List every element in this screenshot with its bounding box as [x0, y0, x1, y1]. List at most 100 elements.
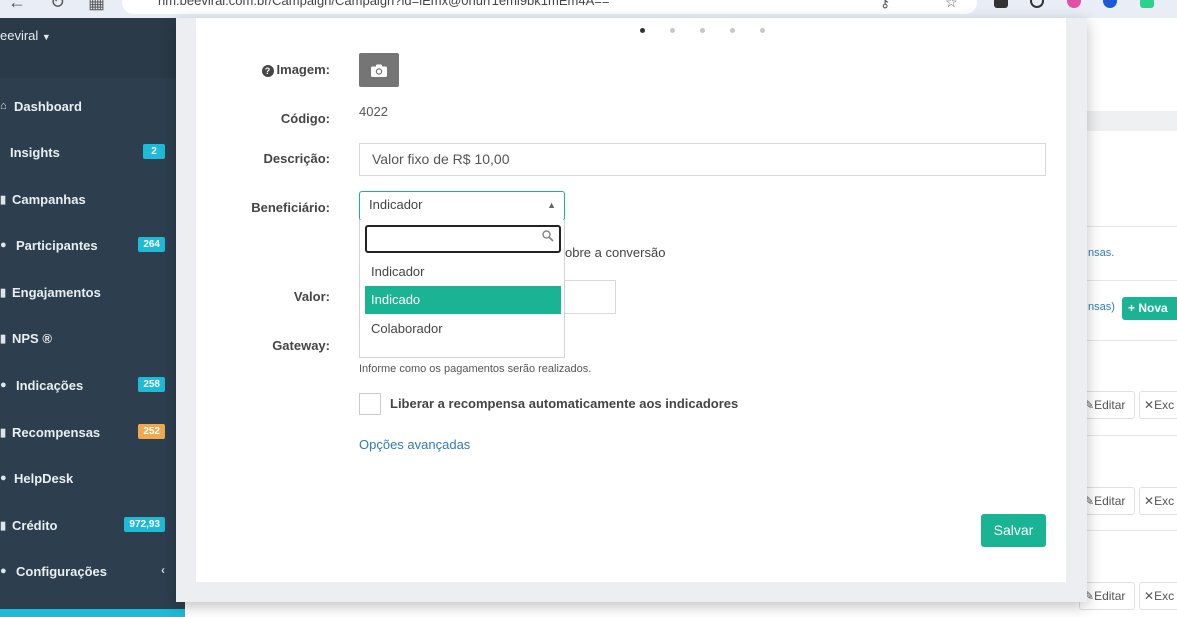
sidebar-item-recompensas[interactable]: ▮ Recompensas 252: [0, 412, 185, 452]
active-indicator: [0, 609, 185, 617]
delete-label: Exc: [1154, 398, 1175, 412]
sidebar-item-label: Insights: [10, 144, 60, 160]
sidebar-item-label: Indicações: [16, 377, 84, 393]
beneficiario-select[interactable]: Indicador ▲: [359, 191, 565, 221]
save-button[interactable]: Salvar: [981, 514, 1046, 547]
imagem-label: ? Imagem:: [261, 62, 330, 77]
sidebar-item-label: Dashboard: [14, 98, 82, 114]
count-badge: 972,93: [124, 517, 165, 532]
extension-icon[interactable]: [1103, 0, 1117, 8]
sidebar: eeviral ▼ ⌂ Dashboard Insights 2 ▮ Campanha…: [0, 18, 185, 617]
edit-button[interactable]: ✎Editar: [1079, 582, 1135, 610]
sidebar-item-participantes[interactable]: ● Participantes 264: [0, 225, 185, 265]
carousel-dot[interactable]: [700, 28, 705, 33]
headset-icon: ●: [0, 472, 7, 484]
count-badge: 2: [143, 144, 165, 159]
carousel-dot[interactable]: [760, 28, 765, 33]
sidebar-item-indicacoes[interactable]: ● Indicações 258: [0, 365, 185, 405]
nova-button-label: Nova: [1138, 301, 1168, 315]
gift-icon: ▮: [0, 426, 7, 439]
edit-button[interactable]: ✎Editar: [1079, 391, 1135, 419]
plus-icon: +: [1128, 301, 1136, 315]
sidebar-item-helpdesk[interactable]: ● HelpDesk: [0, 458, 185, 498]
brand-name: eeviral: [0, 28, 39, 43]
sidebar-item-insights[interactable]: Insights 2: [0, 132, 185, 172]
beneficiario-label: Beneficiário:: [251, 200, 330, 215]
users-icon: ●: [0, 239, 7, 251]
gateway-help-text: Informe como os pagamentos serão realiza…: [359, 363, 592, 375]
count-badge: 264: [138, 237, 165, 252]
bookmark-star-icon[interactable]: ☆: [945, 0, 958, 11]
sidebar-item-label: Crédito: [12, 517, 58, 533]
caret-up-icon: ▲: [547, 200, 556, 210]
edit-label: Editar: [1094, 398, 1126, 412]
camera-icon: [371, 64, 387, 77]
sidebar-item-nps[interactable]: ▮ NPS ®: [0, 318, 185, 358]
chevron-left-icon: ‹: [161, 563, 165, 577]
reload-icon[interactable]: ↻: [50, 0, 65, 13]
close-icon: ✕: [1144, 494, 1155, 508]
brand-menu[interactable]: eeviral ▼: [0, 18, 185, 78]
question-circle-icon[interactable]: ?: [261, 65, 274, 77]
extension-icon[interactable]: [994, 0, 1008, 8]
carousel-dot[interactable]: [640, 28, 645, 33]
valor-label: Valor:: [293, 289, 330, 304]
sidebar-item-dashboard[interactable]: ⌂ Dashboard: [0, 86, 185, 126]
background-link[interactable]: nsas.: [1088, 247, 1114, 259]
sidebar-item-label: HelpDesk: [14, 470, 74, 486]
edit-label: Editar: [1094, 589, 1126, 603]
conversao-text: obre a conversão: [565, 245, 666, 260]
valor-input[interactable]: [565, 280, 616, 314]
delete-label: Exc: [1154, 589, 1175, 603]
sidebar-item-campanhas[interactable]: ▮ Campanhas: [0, 179, 185, 219]
close-icon: ✕: [1144, 589, 1155, 603]
delete-button[interactable]: ✕Exc: [1139, 582, 1177, 610]
sidebar-item-label: Configurações: [16, 563, 108, 579]
sidebar-item-engajamentos[interactable]: ▮ Engajamentos: [0, 272, 185, 312]
apps-icon[interactable]: ▦: [88, 0, 105, 13]
beneficiario-selected-value: Indicador: [369, 197, 423, 212]
sidebar-item-label: Engajamentos: [12, 284, 101, 300]
sidebar-item-label: Campanhas: [12, 191, 86, 207]
flag-icon: ▮: [0, 193, 7, 206]
sidebar-item-configuracoes[interactable]: ● Configurações ‹: [0, 551, 185, 591]
dropdown-option[interactable]: Colaborador: [365, 315, 561, 343]
browser-toolbar: ← ↻ ▦ nm.beeviral.com.br/Campaign/Campai…: [0, 0, 1177, 18]
extension-icon[interactable]: [1030, 0, 1044, 8]
upload-image-button[interactable]: [359, 53, 399, 87]
carousel-dot[interactable]: [670, 28, 675, 33]
key-icon[interactable]: ⚷: [880, 0, 890, 11]
descricao-input[interactable]: Valor fixo de R$ 10,00: [359, 143, 1046, 176]
opcoes-avancadas-link[interactable]: Opções avançadas: [359, 437, 470, 452]
back-arrow-icon[interactable]: ←: [8, 0, 26, 13]
liberar-label[interactable]: Liberar a recompensa automaticamente aos…: [390, 396, 738, 411]
dropdown-option[interactable]: Indicador: [365, 258, 561, 286]
credit-card-icon: ▮: [0, 519, 7, 532]
edit-label: Editar: [1094, 494, 1126, 508]
delete-label: Exc: [1154, 494, 1175, 508]
address-bar[interactable]: nm.beeviral.com.br/Campaign/Campaign?id=…: [122, 0, 977, 14]
carousel-dots: [640, 28, 790, 33]
nova-button[interactable]: + Nova: [1122, 297, 1177, 320]
dropdown-option[interactable]: Indicado: [365, 286, 561, 314]
background-link[interactable]: nsas): [1088, 301, 1115, 313]
delete-button[interactable]: ✕Exc: [1139, 391, 1177, 419]
dropdown-search-input[interactable]: [365, 225, 561, 253]
close-icon: ✕: [1144, 398, 1155, 412]
chart-icon: ▮: [0, 286, 7, 299]
carousel-dot[interactable]: [730, 28, 735, 33]
extension-icon[interactable]: [1067, 0, 1081, 8]
caret-down-icon: ▼: [41, 32, 51, 42]
sidebar-item-label: Participantes: [16, 237, 98, 253]
extension-icon[interactable]: [1140, 0, 1154, 8]
gears-icon: ●: [0, 565, 7, 577]
delete-button[interactable]: ✕Exc: [1139, 487, 1177, 515]
sidebar-item-credito[interactable]: ▮ Crédito 972,93: [0, 505, 185, 545]
home-icon: ⌂: [0, 100, 7, 112]
count-badge: 258: [138, 377, 165, 392]
liberar-checkbox[interactable]: [359, 393, 381, 415]
search-icon: [542, 230, 554, 242]
edit-button[interactable]: ✎Editar: [1079, 487, 1135, 515]
star-icon: ▮: [0, 332, 7, 345]
codigo-value: 4022: [359, 104, 388, 119]
